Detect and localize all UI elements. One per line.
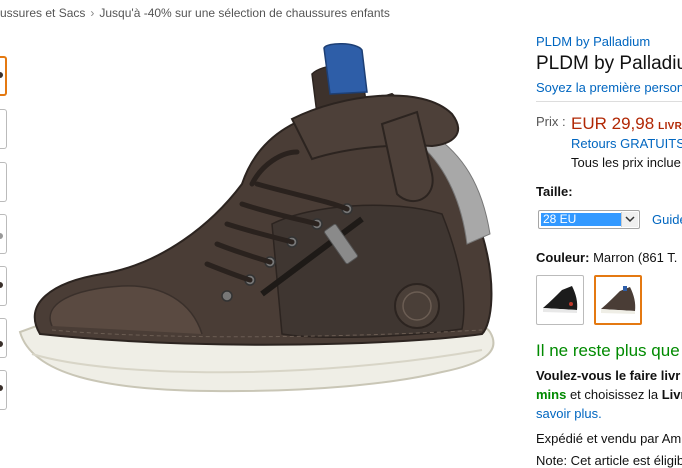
price: EUR 29,98 LIVR [571,114,682,134]
color-line: Couleur: Marron (861 T. [536,250,677,265]
sold-by: Expédié et vendu par Am [536,431,682,446]
eligibility-note: Note: Cet article est éligibl [536,453,682,468]
breadcrumb: ussures et Sacs › Jusqu'à -40% sur une sél… [0,6,390,20]
chevron-down-icon[interactable] [621,212,638,227]
thumbnail-3[interactable] [0,162,7,202]
color-label: Couleur: [536,250,590,265]
stock-status: Il ne reste plus que [536,341,680,360]
color-value: Marron (861 T. [593,250,678,265]
taxes-note: Tous les prix inclue [571,155,681,170]
breadcrumb-item-promo[interactable]: Jusqu'à -40% sur une sélection de chauss… [99,6,389,20]
breadcrumb-item-shoes-bags[interactable]: ussures et Sacs [0,6,85,20]
brand-link[interactable]: PLDM by Palladium [536,34,650,49]
learn-more-link[interactable]: savoir plus. [536,406,602,421]
color-swatch-black[interactable] [536,275,584,325]
thumbnail-1[interactable] [0,56,7,96]
thumbnail-6[interactable] [0,318,7,358]
divider [536,101,682,102]
size-select[interactable]: 28 EU [538,210,640,229]
delivery-countdown: mins [536,387,567,402]
main-product-image[interactable] [12,34,517,426]
size-selected-value: 28 EU [541,213,621,226]
delivery-text: et choisissez la [566,387,662,402]
price-value: EUR 29,98 [571,114,655,133]
thumbnail-5[interactable] [0,266,7,306]
size-guide-link[interactable]: Guide [652,212,682,227]
chevron-right-icon: › [90,6,95,20]
thumbnail-7[interactable] [0,370,7,410]
thumbnail-4[interactable] [0,214,7,254]
delivery-details: mins et choisissez la Livr [536,387,682,402]
free-returns-link[interactable]: Retours GRATUITS [571,136,682,151]
product-title: PLDM by Palladiu [536,53,682,74]
delivery-option: Livr [661,387,682,402]
free-shipping-badge: LIVR [658,121,682,132]
price-label: Prix : [536,114,566,129]
first-review-link[interactable]: Soyez la première person [536,80,682,95]
thumbnail-2[interactable] [0,109,7,149]
delivery-question: Voulez-vous le faire livr [536,368,681,383]
size-label: Taille: [536,184,573,199]
color-swatch-brown[interactable] [594,275,642,325]
